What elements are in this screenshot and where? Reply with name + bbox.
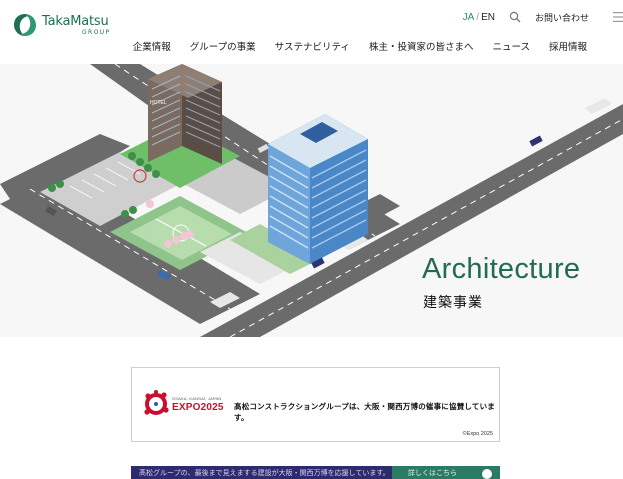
expo-wordmark: EXPO2025 (172, 402, 224, 413)
banner-message: 髙松コンストラクショングループは、大阪・関西万博の催事に協賛しています。 (234, 402, 495, 422)
bottom-promo-strip: 髙松グループの、最後まで見えまする建設が大阪・関西万博を応援しています。 詳しく… (131, 466, 500, 479)
hero-subtitle: 建築事業 (423, 295, 483, 311)
search-icon[interactable] (509, 11, 521, 23)
banner-copyright: ©Expo 2025 (462, 431, 493, 437)
details-button[interactable]: 詳しくはこちら (392, 466, 500, 479)
office-building (268, 114, 368, 264)
bottom-strip-text: 髙松グループの、最後まで見えまする建設が大阪・関西万博を応援しています。 (139, 469, 390, 477)
expo-banner[interactable]: OSAKA, KANSAI, JAPAN EXPO2025 髙松コンストラクショ… (131, 367, 500, 442)
expo-caption: OSAKA, KANSAI, JAPAN (172, 396, 222, 401)
nav-item-recruit[interactable]: 採用情報 (549, 39, 587, 53)
takamatsu-logo[interactable]: TakaMatsu GROUP (12, 12, 116, 38)
nav-item-investors[interactable]: 株主・投資家の皆さまへ (369, 39, 474, 53)
nav-item-sustainability[interactable]: サステナビリティ (275, 39, 350, 53)
nav-item-group-business[interactable]: グループの事業 (190, 39, 256, 53)
arrow-right-icon (482, 469, 492, 479)
expo-logo: OSAKA, KANSAI, JAPAN EXPO2025 (142, 390, 224, 420)
lang-separator: / (476, 11, 480, 23)
language-switcher: JA / EN (463, 12, 495, 23)
lang-ja-link[interactable]: JA (463, 12, 475, 23)
contact-link[interactable]: お問い合わせ (535, 11, 589, 24)
site-header: TakaMatsu GROUP JA / EN お問い合わせ 企業情報 グループの事… (0, 0, 623, 64)
lang-en-link[interactable]: EN (481, 12, 495, 23)
city-illustration: HOTEL (0, 64, 623, 337)
nav-item-company[interactable]: 企業情報 (133, 39, 171, 53)
global-nav: 企業情報 グループの事業 サステナビリティ 株主・投資家の皆さまへ ニュース 採… (114, 39, 587, 53)
hamburger-menu-icon[interactable] (613, 12, 623, 22)
details-button-label: 詳しくはこちら (408, 469, 457, 477)
hero-title: Architecture (422, 253, 581, 285)
expo-mascot-icon (144, 390, 169, 415)
hotel-sign: HOTEL (150, 100, 167, 106)
logo-sub: GROUP (82, 28, 111, 36)
logo-name: TakaMatsu (42, 13, 109, 29)
hero-section: HOTEL Architecture 建築事業 (0, 64, 623, 337)
nav-item-news[interactable]: ニュース (492, 39, 530, 53)
logo-text: TakaMatsu GROUP (42, 15, 111, 36)
utility-bar: JA / EN お問い合わせ (463, 10, 623, 24)
takamatsu-logo-icon (14, 14, 36, 36)
